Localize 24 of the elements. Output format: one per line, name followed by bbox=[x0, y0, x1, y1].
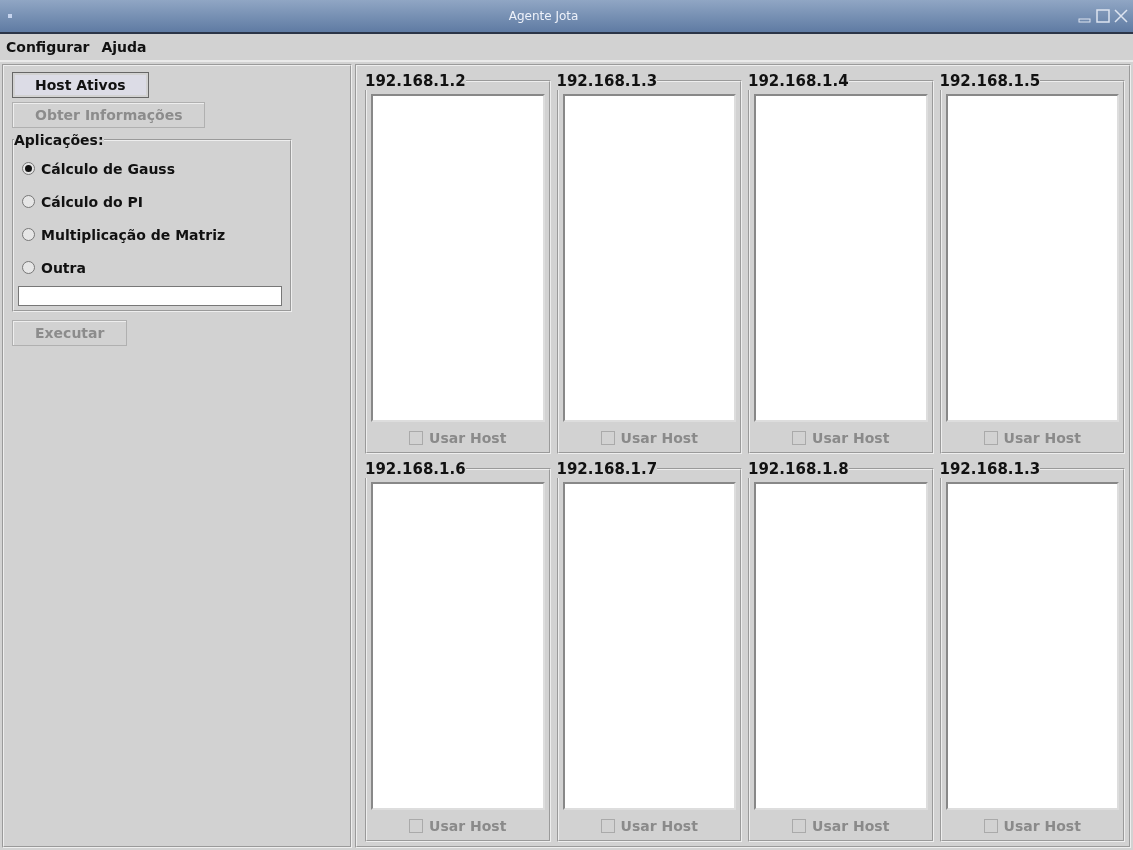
host-address: 192.168.1.3 bbox=[556, 72, 658, 90]
action-button[interactable]: Host Ativos bbox=[12, 72, 149, 98]
host-address: 192.168.1.3 bbox=[939, 460, 1041, 478]
radio-icon[interactable] bbox=[22, 195, 35, 208]
host-address: 192.168.1.2 bbox=[365, 72, 466, 90]
maximize-icon[interactable] bbox=[1095, 8, 1111, 24]
radio-option[interactable]: Outra bbox=[18, 251, 286, 284]
radio-icon[interactable] bbox=[22, 261, 35, 274]
window-title: Agente Jota bbox=[507, 9, 580, 23]
host-address: 192.168.1.7 bbox=[556, 460, 658, 478]
menu-item[interactable]: Ajuda bbox=[101, 39, 147, 55]
host-address: 192.168.1.5 bbox=[939, 72, 1041, 90]
host-address: 192.168.1.8 bbox=[748, 460, 849, 478]
menu-item[interactable]: Configurar bbox=[6, 39, 90, 55]
close-icon[interactable] bbox=[1113, 8, 1129, 24]
radio-option[interactable]: Cálculo do PI bbox=[18, 185, 286, 218]
radio-icon[interactable] bbox=[22, 162, 35, 175]
input-field[interactable] bbox=[18, 286, 282, 306]
host-address: 192.168.1.6 bbox=[365, 460, 466, 478]
radio-option[interactable]: Cálculo de Gauss bbox=[18, 152, 286, 185]
group-title: Aplicações: bbox=[14, 132, 104, 148]
host-address: 192.168.1.4 bbox=[748, 72, 849, 90]
radio-icon[interactable] bbox=[22, 228, 35, 241]
radio-option[interactable]: Multiplicação de Matriz bbox=[18, 218, 286, 251]
